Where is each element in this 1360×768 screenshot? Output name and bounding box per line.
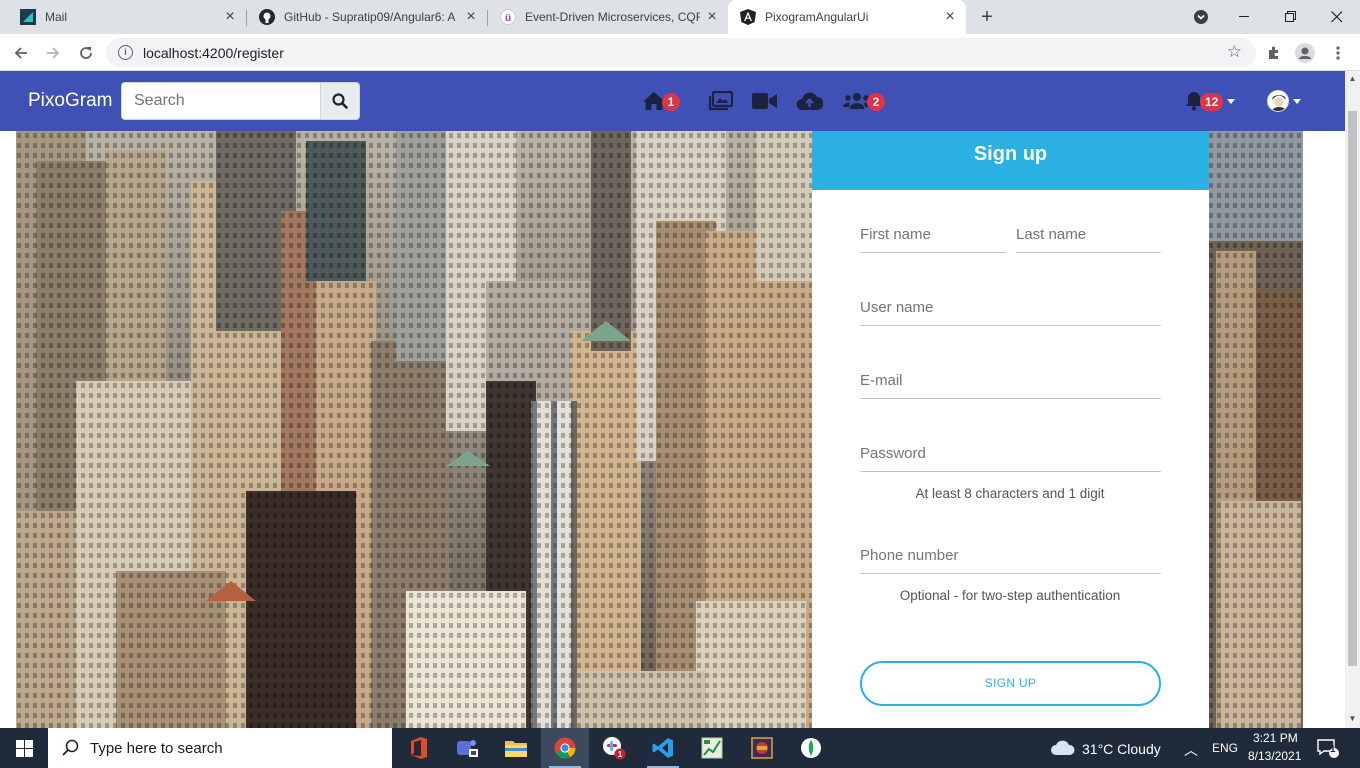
tab-pixogram[interactable]: PixogramAngularUi × (728, 0, 966, 34)
url-bar[interactable]: i localhost:4200/register ☆ (106, 38, 1256, 67)
browser-tab-strip: Mail × GitHub - Supratip09/Angular6: A ×… (0, 0, 1360, 34)
email-field[interactable] (860, 369, 1161, 399)
scroll-up-icon[interactable]: ▲ (1348, 74, 1357, 84)
address-toolbar: i localhost:4200/register ☆ (0, 34, 1360, 71)
page-scrollbar[interactable]: ▲ ▼ (1345, 71, 1360, 728)
forward-icon[interactable] (40, 40, 66, 66)
language-indicator[interactable]: ENG (1212, 741, 1238, 755)
office-icon[interactable] (395, 728, 443, 768)
udemy-icon: ü (500, 9, 516, 25)
nav-notifications[interactable]: 12 (1184, 89, 1236, 113)
slack-icon[interactable]: 1 (590, 728, 638, 768)
signup-card: Sign up At least 8 characters and 1 digi… (812, 131, 1209, 728)
windows-taskbar: Type here to search 1 31°C Cloudy ︿ ENG … (0, 728, 1360, 768)
close-tab-icon[interactable]: × (704, 9, 720, 25)
phone-hint: Optional - for two-step authentication (899, 588, 1121, 603)
angular-icon (740, 9, 756, 25)
url-text: localhost:4200/register (143, 45, 284, 61)
brand-logo[interactable]: PixoGram (28, 90, 112, 112)
nav-upload[interactable] (796, 89, 823, 113)
bookmark-star-icon[interactable]: ☆ (1227, 42, 1242, 62)
close-tab-icon[interactable]: × (942, 9, 958, 25)
search-icon (62, 739, 79, 756)
notifications-badge: 12 (1200, 93, 1224, 111)
tab-mail[interactable]: Mail × (8, 0, 246, 34)
password-hint: At least 8 characters and 1 digit (915, 486, 1105, 501)
svg-text:ü: ü (505, 13, 511, 24)
game-app-icon[interactable] (738, 728, 786, 768)
close-tab-icon[interactable]: × (463, 9, 479, 25)
nav-gallery[interactable] (708, 89, 733, 113)
tab-udemy[interactable]: ü Event-Driven Microservices, CQR × (488, 0, 728, 34)
scroll-down-icon[interactable]: ▼ (1348, 714, 1357, 724)
nav-home[interactable]: 1 (642, 89, 680, 113)
cloud-upload-icon (796, 92, 823, 110)
notification-count: 1 (1330, 744, 1336, 755)
chevron-down-icon (1227, 98, 1236, 104)
nav-user-menu[interactable] (1267, 89, 1301, 113)
avatar (1267, 90, 1289, 112)
taskbar-search-text: Type here to search (90, 739, 223, 757)
chevron-down-icon (1293, 98, 1301, 104)
tab-title: PixogramAngularUi (765, 10, 869, 24)
search-icon (332, 93, 348, 109)
nav-videos[interactable] (752, 89, 777, 113)
mail-app-icon (20, 9, 36, 25)
nav-friends[interactable]: 2 (843, 89, 885, 113)
close-window-icon[interactable] (1314, 0, 1360, 34)
vscode-icon[interactable] (639, 728, 687, 768)
action-center-icon[interactable]: 1 (1308, 728, 1348, 768)
extensions-icon[interactable] (1261, 40, 1287, 66)
weather-cloud-icon[interactable] (1048, 728, 1078, 768)
friends-badge: 2 (867, 93, 885, 111)
site-info-icon[interactable]: i (118, 45, 133, 60)
signup-button[interactable]: SIGN UP (860, 661, 1161, 706)
chevron-up-icon[interactable]: ︿ (1184, 740, 1198, 760)
chrome-icon[interactable] (541, 728, 589, 768)
first-name-field[interactable] (860, 223, 1006, 253)
phone-field[interactable] (860, 544, 1161, 574)
scrollbar-thumb[interactable] (1348, 111, 1357, 666)
github-icon (259, 9, 275, 25)
search-button[interactable] (320, 82, 360, 120)
navbar-search (121, 82, 360, 120)
signup-title: Sign up (812, 131, 1209, 190)
windows-start-icon[interactable] (0, 728, 48, 768)
clock-date[interactable]: 8/13/2021 (1248, 749, 1301, 763)
search-input[interactable] (121, 82, 321, 120)
svg-text:1: 1 (618, 750, 623, 759)
profile-icon[interactable] (1292, 40, 1318, 66)
images-icon (708, 91, 733, 111)
teams-icon[interactable] (443, 728, 491, 768)
username-field[interactable] (860, 296, 1161, 326)
home-badge: 1 (662, 93, 680, 111)
password-field[interactable] (860, 442, 1161, 472)
new-tab-icon[interactable]: + (975, 5, 999, 29)
last-name-field[interactable] (1016, 223, 1161, 253)
video-icon (752, 93, 777, 109)
excel-chart-icon[interactable] (688, 728, 736, 768)
restore-icon[interactable] (1268, 0, 1314, 34)
chrome-menu-icon[interactable] (1325, 40, 1351, 66)
weather-text[interactable]: 31°C Cloudy (1082, 741, 1161, 757)
file-explorer-icon[interactable] (492, 728, 540, 768)
minimize-icon[interactable] (1222, 0, 1268, 34)
back-icon[interactable] (8, 40, 34, 66)
tab-search-icon[interactable] (1178, 0, 1224, 34)
tab-github[interactable]: GitHub - Supratip09/Angular6: A × (247, 0, 487, 34)
close-tab-icon[interactable]: × (222, 9, 238, 25)
app-navbar: PixoGram 1 2 12 (0, 71, 1345, 131)
clock-time[interactable]: 3:21 PM (1253, 731, 1298, 745)
tab-title: GitHub - Supratip09/Angular6: A (284, 10, 456, 24)
reload-icon[interactable] (73, 40, 99, 66)
taskbar-search[interactable]: Type here to search (48, 728, 392, 768)
tab-title: Event-Driven Microservices, CQR (525, 10, 700, 24)
mongodb-compass-icon[interactable] (787, 728, 835, 768)
tab-title: Mail (45, 10, 68, 24)
